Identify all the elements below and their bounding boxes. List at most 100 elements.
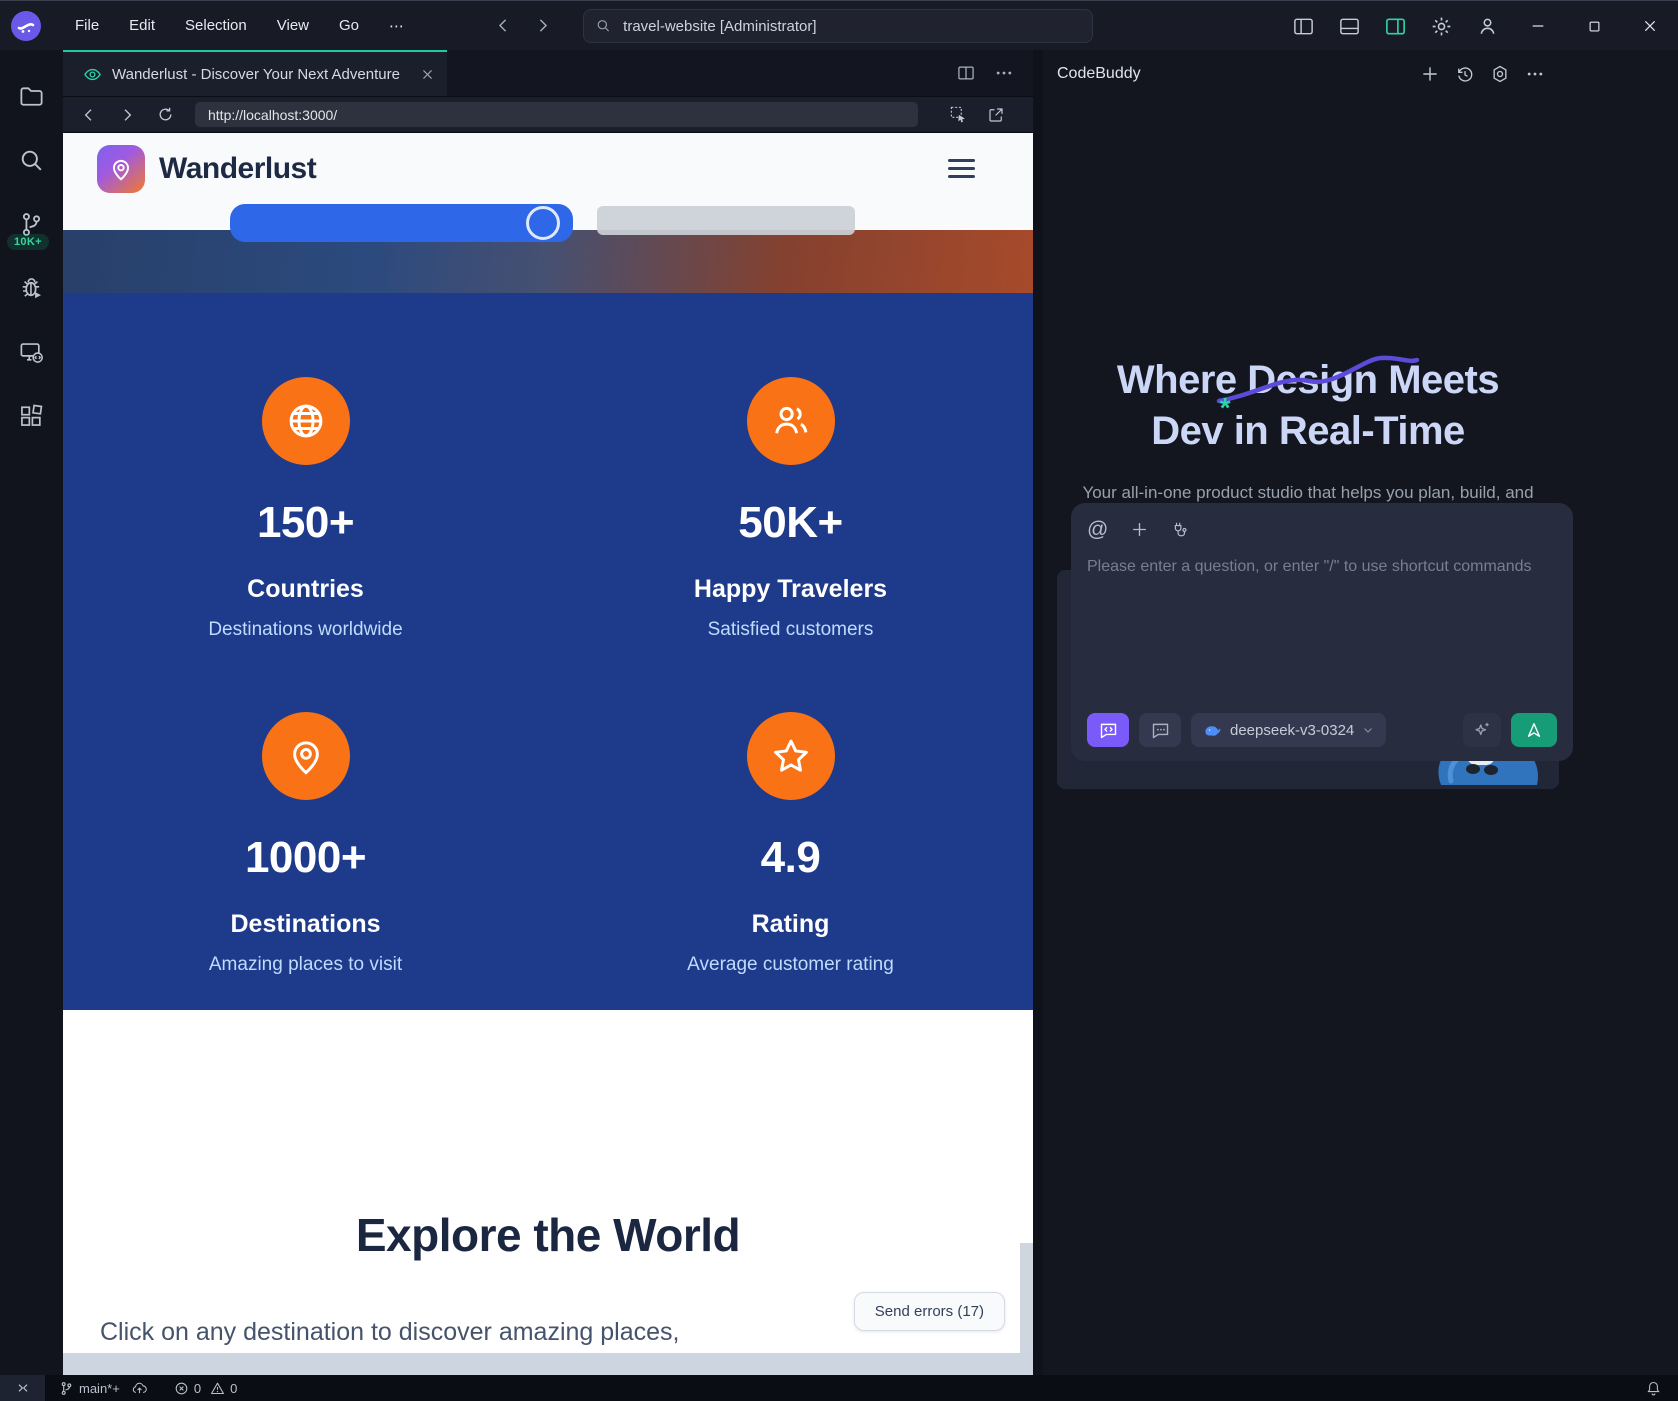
window-close-button[interactable]: [1622, 1, 1678, 51]
sidebar-item-search[interactable]: [0, 128, 63, 192]
teal-asterisk-icon: *: [1220, 390, 1230, 426]
chat-bubble-icon: [1150, 720, 1171, 741]
reload-icon: [157, 106, 174, 123]
enhance-prompt-button[interactable]: [1463, 713, 1501, 747]
error-count: 0: [194, 1381, 201, 1396]
url-input[interactable]: [206, 106, 907, 124]
horizontal-scrollbar[interactable]: [63, 1353, 1033, 1375]
chevron-left-icon: [81, 107, 97, 123]
sidebar-item-debug[interactable]: [0, 256, 63, 320]
menu-file[interactable]: File: [62, 11, 112, 41]
title-bar: File Edit Selection View Go ⋯: [0, 0, 1678, 50]
command-search-box[interactable]: [583, 9, 1093, 43]
chat-input-placeholder[interactable]: Please enter a question, or enter "/" to…: [1087, 558, 1557, 576]
hero-search-button[interactable]: [230, 204, 573, 242]
site-header: Wanderlust: [63, 133, 1033, 204]
toggle-bottom-panel-button[interactable]: [1326, 1, 1372, 51]
sidebar-item-extensions[interactable]: [0, 384, 63, 448]
remote-monitor-icon: [18, 339, 45, 366]
sidebar-item-remote-explorer[interactable]: [0, 320, 63, 384]
chat-mode-button[interactable]: [1139, 713, 1181, 747]
problems-status[interactable]: 0 0: [174, 1381, 237, 1396]
browser-toolbar: [63, 97, 1033, 133]
mcp-plug-button[interactable]: [1171, 520, 1190, 539]
menu-more[interactable]: ⋯: [376, 11, 417, 41]
send-errors-button[interactable]: Send errors (17): [854, 1292, 1005, 1331]
bell-icon: [1645, 1380, 1662, 1397]
toggle-left-sidebar-button[interactable]: [1280, 1, 1326, 51]
browser-reload-button[interactable]: [149, 101, 181, 129]
assistant-settings-button[interactable]: [1486, 60, 1513, 87]
send-button[interactable]: [1511, 713, 1557, 747]
menu-go[interactable]: Go: [326, 11, 372, 41]
notifications-button[interactable]: [1645, 1380, 1662, 1397]
panel-header: CodeBuddy: [1043, 50, 1678, 97]
plug-icon: [1171, 520, 1190, 539]
browser-back-button[interactable]: [73, 101, 105, 129]
layout-right-icon: [1384, 15, 1407, 38]
assistant-heading: Where Design Meets Dev* in Real-Time: [1057, 355, 1559, 457]
chat-history-button[interactable]: [1451, 60, 1478, 87]
sparkle-icon: [1472, 720, 1492, 740]
tab-title: Wanderlust - Discover Your Next Adventur…: [112, 66, 400, 83]
remote-brackets-icon: [15, 1380, 31, 1396]
settings-button[interactable]: [1418, 1, 1464, 51]
git-branch-status[interactable]: main*+: [59, 1380, 148, 1397]
cloud-upload-icon: [131, 1380, 148, 1397]
hamburger-menu-button[interactable]: [948, 159, 975, 178]
chat-input-card[interactable]: @ Please enter a question, or enter "/" …: [1071, 503, 1573, 761]
menu-view[interactable]: View: [264, 11, 322, 41]
stat-happy-travelers: 50K+ Happy Travelers Satisfied customers: [548, 377, 1033, 676]
split-editor-icon: [956, 63, 976, 83]
split-editor-button[interactable]: [951, 58, 981, 88]
menu-edit[interactable]: Edit: [116, 11, 168, 41]
inspect-element-button[interactable]: [942, 101, 974, 129]
toggle-right-sidebar-button[interactable]: [1372, 1, 1418, 51]
tab-wanderlust-preview[interactable]: Wanderlust - Discover Your Next Adventur…: [63, 50, 447, 96]
remote-indicator-button[interactable]: [0, 1375, 45, 1401]
nav-forward-button[interactable]: [534, 17, 551, 34]
status-bar: main*+ 0 0: [0, 1375, 1678, 1401]
window-minimize-button[interactable]: [1510, 1, 1566, 51]
nav-back-button[interactable]: [495, 17, 512, 34]
warning-icon: [210, 1381, 225, 1396]
new-chat-button[interactable]: [1416, 60, 1443, 87]
agent-mode-button[interactable]: [1087, 713, 1129, 747]
code-chat-icon: [1098, 720, 1119, 741]
stat-countries: 150+ Countries Destinations worldwide: [63, 377, 548, 676]
minimize-icon: [1530, 18, 1546, 34]
tab-strip: Wanderlust - Discover Your Next Adventur…: [63, 50, 1033, 97]
window-maximize-button[interactable]: [1566, 1, 1622, 51]
stat-value: 4.9: [761, 836, 821, 880]
vertical-scrollbar[interactable]: [1020, 1243, 1033, 1353]
open-external-button[interactable]: [980, 101, 1012, 129]
attach-plus-button[interactable]: [1130, 520, 1149, 539]
hero-secondary-button[interactable]: [597, 206, 855, 235]
sidebar-item-explorer[interactable]: [0, 64, 63, 128]
menu-selection[interactable]: Selection: [172, 11, 260, 41]
account-button[interactable]: [1464, 1, 1510, 51]
browser-forward-button[interactable]: [111, 101, 143, 129]
editor-more-actions-button[interactable]: [989, 58, 1019, 88]
panel-more-button[interactable]: [1521, 60, 1548, 87]
star-icon: [747, 712, 835, 800]
chat-input-toolbar: @: [1087, 519, 1557, 540]
address-bar[interactable]: [195, 102, 918, 127]
chevron-down-icon: [1362, 724, 1374, 736]
settings-hexagon-icon: [1490, 64, 1510, 84]
sidebar-item-source-control[interactable]: 10K+: [0, 192, 63, 256]
person-icon: [1476, 15, 1499, 38]
globe-icon: [262, 377, 350, 465]
tab-close-button[interactable]: [420, 67, 435, 82]
menu-bar: File Edit Selection View Go ⋯: [62, 11, 417, 41]
explore-heading: Explore the World: [63, 1010, 1033, 1266]
mention-at-icon[interactable]: @: [1087, 519, 1108, 540]
model-selector[interactable]: deepseek-v3-0324: [1191, 713, 1386, 747]
close-icon: [420, 67, 435, 82]
workspace-search-input[interactable]: [621, 17, 1080, 36]
eye-preview-icon: [83, 65, 102, 84]
history-clock-icon: [1455, 64, 1475, 84]
layout-left-icon: [1292, 15, 1315, 38]
site-logo[interactable]: [97, 145, 145, 193]
stat-rating: 4.9 Rating Average customer rating: [548, 712, 1033, 1011]
